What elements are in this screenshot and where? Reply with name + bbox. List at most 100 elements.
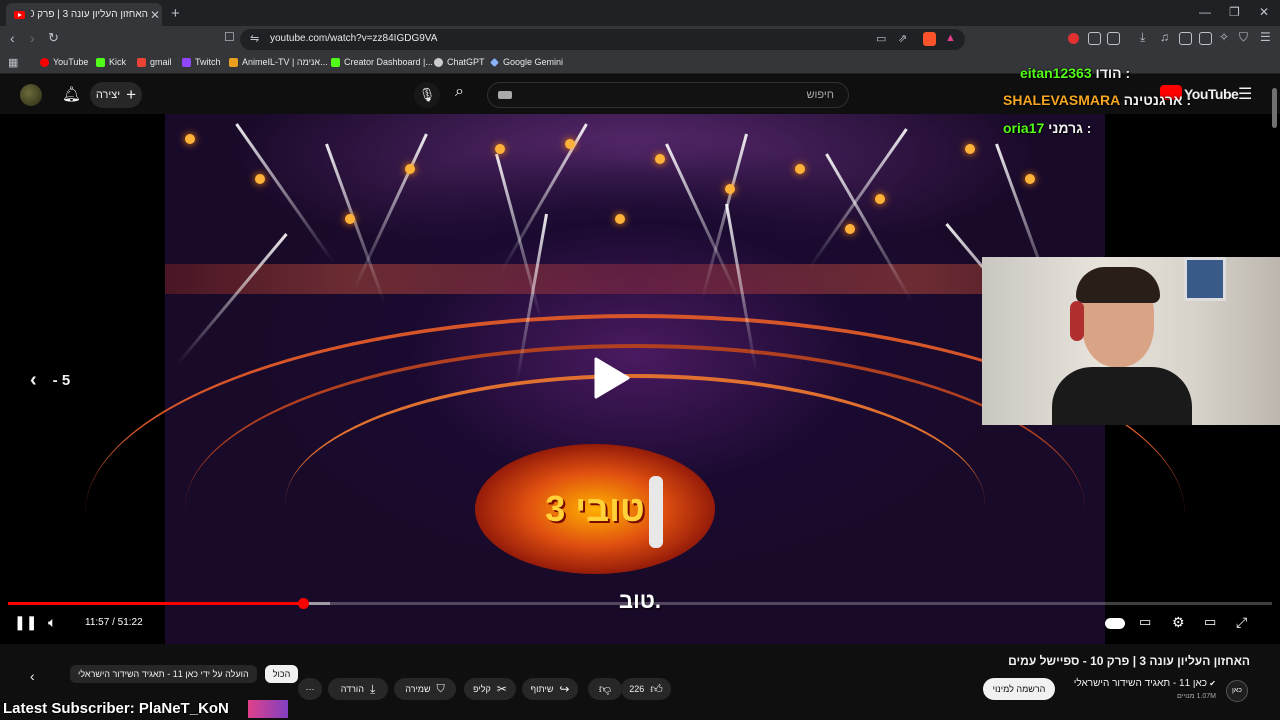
bookmark-icon: ⛉ [436,682,445,695]
extension-2-icon[interactable] [1107,32,1120,45]
close-window-icon[interactable]: ✕ [1259,5,1269,19]
bookmark-youtube[interactable]: YouTube [40,57,88,67]
twitch-bookmark-icon [182,57,191,67]
channel-avatar[interactable]: כאן [1226,680,1248,702]
bookmark-kick[interactable]: Kick [96,57,126,67]
youtube-brand[interactable]: YouTube [1184,86,1239,102]
kick-dashboard-bookmark-icon [331,57,340,67]
guide-menu-icon[interactable]: ☰ [1238,84,1252,104]
play-overlay-icon[interactable] [594,357,630,399]
video-player[interactable]: 3 טובי ‹ - 5 טוב. ❚❚ 🔈︎ 11:57 / 51:22 ▭ … [0,114,1280,644]
related-thumbnail[interactable] [248,700,288,718]
voice-search-icon[interactable]: 🎙︎ [414,82,440,108]
tab-title: האחזון העליון עונה 3 | פרק 10 [31,9,148,20]
bookmark-animeil[interactable]: AnimeIL-TV | אנימה... [229,57,328,67]
clip-button[interactable]: קליפ ✂ [464,678,516,700]
site-info-icon[interactable]: ⇋ [250,32,259,45]
like-button[interactable]: 226 👍︎ [621,678,671,700]
stage-spotlight [565,139,575,149]
chip-all[interactable]: הכול [264,665,299,683]
bookmark-gemini[interactable]: Google Gemini [490,57,563,67]
wallet-icon[interactable] [1199,32,1212,45]
channel-name-text: כאן 11 - תאגיד השידור הישראלי [1073,678,1208,689]
reload-icon[interactable]: ↻ [48,30,59,46]
apps-icon[interactable]: ▦ [8,56,18,69]
youtube-favicon-icon [14,10,25,19]
cast-icon[interactable]: ▭ [876,32,886,45]
notifications-icon[interactable]: 🔔︎ [62,85,81,103]
dislike-button[interactable]: 👎︎ [588,678,622,700]
progress-bar[interactable] [8,598,1272,609]
share-button[interactable]: שיתוף ↪ [522,678,578,700]
save-label: שמירה [405,684,431,694]
download-button[interactable]: הורדה ⤓ [328,678,388,700]
sidebar-icon[interactable] [1179,32,1192,45]
rewards-icon[interactable]: ▲ [945,32,956,44]
bookmark-twitch[interactable]: Twitch [182,57,221,67]
create-label: יצירה [95,89,121,101]
search-input[interactable]: חיפוש [487,82,849,108]
stage-spotlight [495,144,505,154]
more-actions-button[interactable]: ⋯ [298,678,322,700]
stage-spotlight [655,154,665,164]
chat-country: ארגנטינה : [1123,92,1192,108]
bookmark-creator-dashboard[interactable]: Creator Dashboard |... [331,57,433,67]
progress-scrubber[interactable] [297,598,309,609]
minimize-icon[interactable]: — [1199,5,1211,19]
fullscreen-icon[interactable]: ⤢ [1236,614,1247,631]
music-icon[interactable]: ♫ [1160,30,1169,44]
settings-icon[interactable]: ⚙ [1172,614,1185,631]
autoplay-toggle[interactable] [1105,618,1125,629]
download-label: הורדה [340,684,364,694]
close-tab-icon[interactable]: ✕ [148,8,162,22]
restore-icon[interactable]: ❐ [1229,5,1240,19]
forward-icon[interactable]: › [30,30,35,46]
thumbs-up-icon: 👍︎ [650,681,663,696]
chip-uploaded-by[interactable]: הועלה על ידי כאן 11 - תאגיד השידור הישרא… [70,665,257,683]
brave-shield-icon[interactable] [923,32,936,46]
chevron-left-icon[interactable]: ‹ [30,668,35,684]
bookmark-page-icon[interactable]: ☐ [224,30,235,44]
captions-icon[interactable]: ▭ [1139,614,1151,630]
chat-user: SHALEVASMARA [1003,92,1120,108]
theater-mode-icon[interactable]: ▭ [1204,614,1216,630]
ai-icon[interactable]: ✧ [1219,30,1229,44]
bookmark-gmail[interactable]: gmail [137,57,172,67]
keyboard-icon[interactable] [498,91,512,99]
avatar[interactable] [20,84,42,106]
record-extension-icon[interactable] [1068,33,1079,44]
headphones-icon [1070,301,1084,341]
chat-user: eitan12363 [1020,65,1092,81]
vpn-icon[interactable]: ⛉ [1239,30,1248,45]
chat-message: SHALEVASMARA ארגנטינה : [1003,92,1191,108]
share-page-icon[interactable]: ⇗ [898,32,907,45]
url-field[interactable]: ⇋ youtube.com/watch?v=zz84IGDG9VA ▭ ⇗ ▲ [240,29,965,50]
clip-label: קליפ [473,684,491,694]
browser-tab[interactable]: האחזון העליון עונה 3 | פרק 10 ✕ [6,3,162,26]
bookmark-chatgpt[interactable]: ChatGPT [434,57,485,67]
download-icon[interactable]: ⤓ [1140,30,1145,45]
pause-icon[interactable]: ❚❚ [14,614,37,631]
led-wall [165,264,1105,294]
new-tab-icon[interactable]: + [171,5,180,22]
extension-icon[interactable] [1088,32,1101,45]
video-frame: 3 טובי [85,114,1185,644]
save-button[interactable]: שמירה ⛉ [394,678,456,700]
stage-spotlight [255,174,265,184]
back-icon[interactable]: ‹ [10,30,15,46]
subscribe-button[interactable]: הרשמה למינוי [983,678,1055,700]
create-button[interactable]: יצירה + [90,82,142,108]
anime-bookmark-icon [229,57,238,67]
volume-icon[interactable]: 🔈︎ [48,614,56,631]
gmail-bookmark-icon [137,57,146,67]
stage-spotlight [875,194,885,204]
download-arrow-icon: ⤓ [369,681,376,696]
stage-spotlight [185,134,195,144]
channel-name[interactable]: ✔︎ כאן 11 - תאגיד השידור הישראלי [1074,678,1216,689]
page-scrollbar[interactable] [1272,88,1277,128]
search-icon[interactable]: ⌕ [455,83,464,101]
progress-played [8,602,303,605]
host-figure [649,476,663,548]
menu-icon[interactable]: ☰ [1260,30,1271,44]
stage-spotlight [345,214,355,224]
